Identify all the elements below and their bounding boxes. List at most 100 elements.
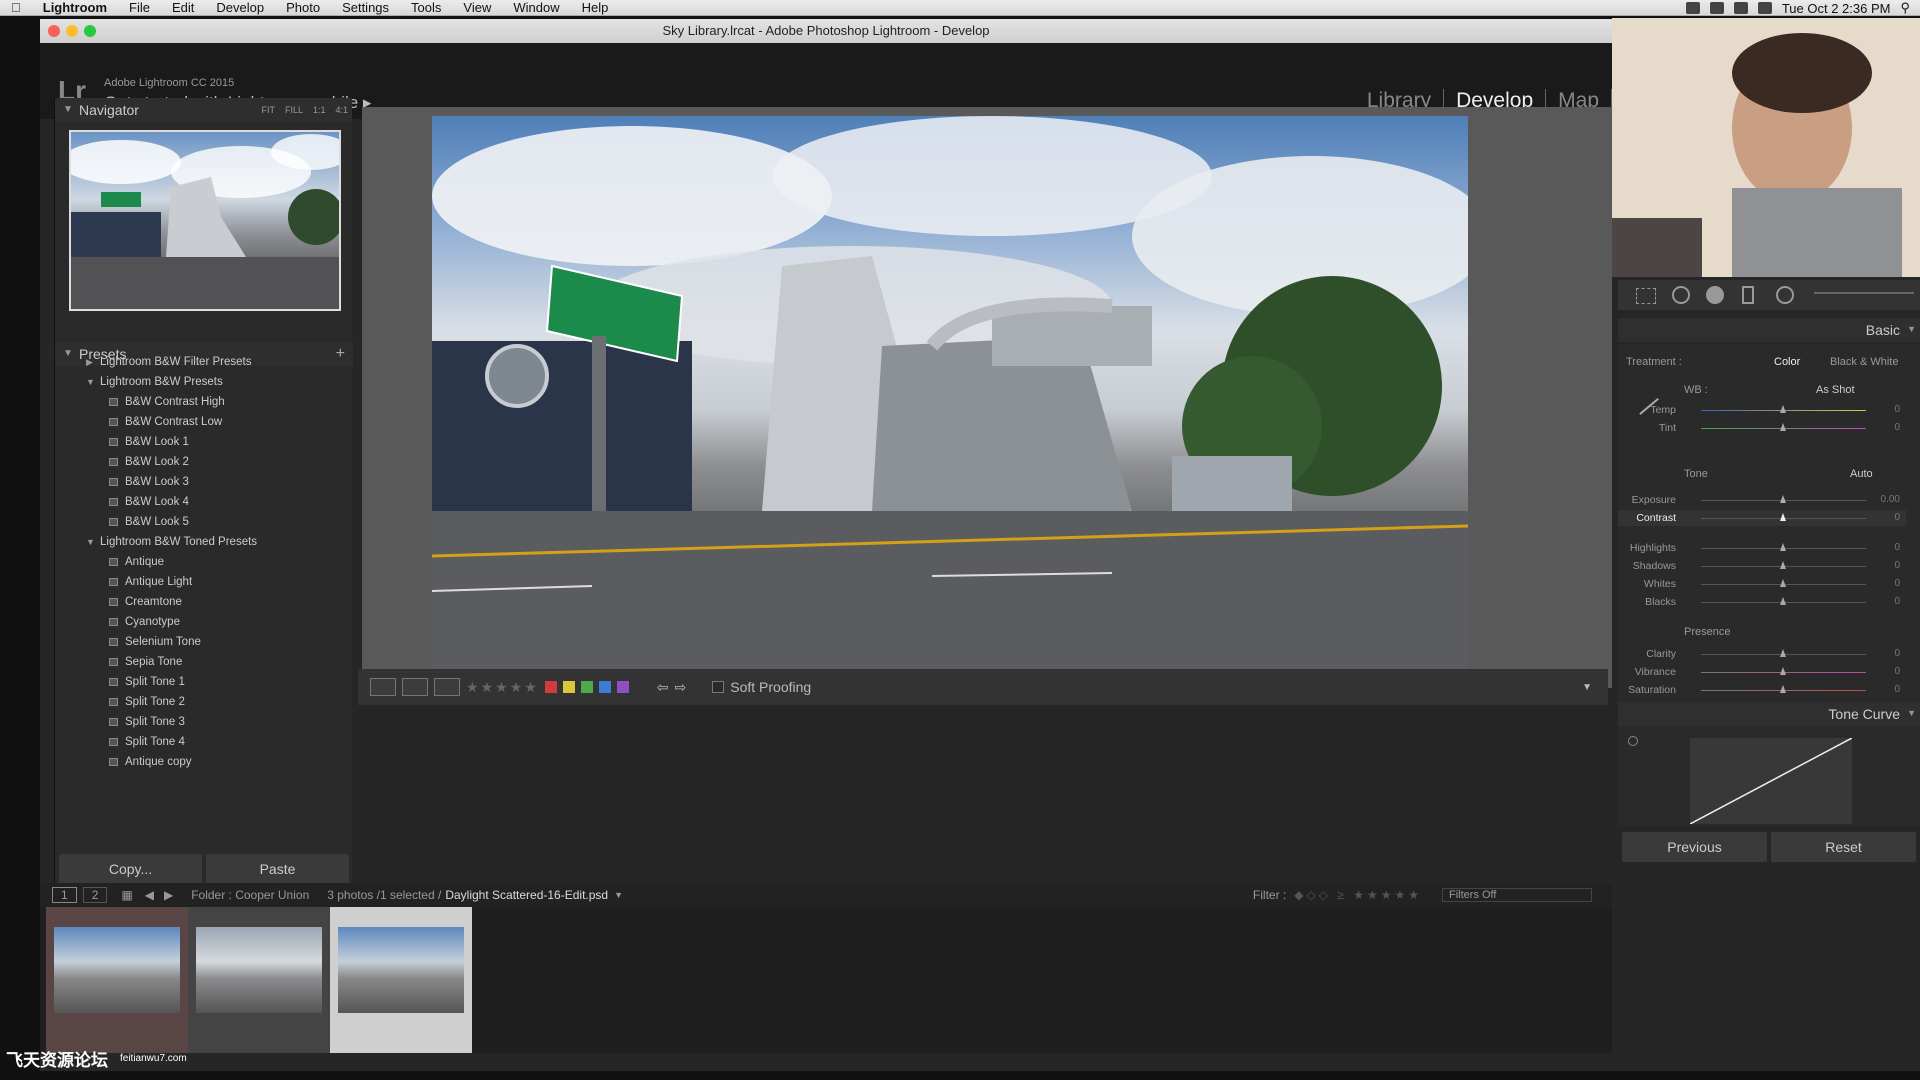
image-canvas[interactable] [362,107,1612,688]
navigator-preview[interactable] [69,130,341,311]
collapse-triangle-icon[interactable]: ▼ [63,98,73,122]
filename-chevron-icon[interactable]: ▼ [614,890,623,900]
crop-tool-icon[interactable] [1636,288,1656,304]
star-rating[interactable]: ★★★★★ [466,679,539,696]
red-eye-icon[interactable] [1706,286,1724,304]
menu-edit[interactable]: Edit [161,0,205,15]
preset-item[interactable]: Split Tone 3 [55,712,353,732]
menu-help[interactable]: Help [571,0,620,15]
navigator-header[interactable]: ▼ Navigator FIT FILL 1:1 4:1 [55,98,352,122]
slider-value[interactable]: 0 [1894,542,1900,553]
spotlight-icon[interactable]: ⚲ [1900,0,1910,16]
nav-fill[interactable]: FILL [285,98,303,122]
back-arrow-icon[interactable]: ◀ [145,888,154,902]
wifi-icon[interactable] [1757,2,1772,14]
forward-arrow-icon[interactable]: ▶ [164,888,173,902]
menu-photo[interactable]: Photo [275,0,331,15]
preset-item[interactable]: Selenium Tone [55,632,353,652]
loupe-view-icon[interactable] [370,678,396,696]
slider-knob[interactable] [1780,579,1786,587]
collapse-triangle-icon[interactable]: ▼ [1907,324,1916,334]
menu-settings[interactable]: Settings [331,0,400,15]
preset-item[interactable]: B&W Look 3 [55,472,353,492]
filmstrip-thumb-selected[interactable] [330,907,472,1053]
whites-slider[interactable]: Whites 0 [1618,576,1906,592]
slider-knob[interactable] [1780,667,1786,675]
collapse-triangle-icon[interactable]: ▼ [1907,708,1916,718]
slider-value[interactable]: 0 [1894,560,1900,571]
secondary-window-button[interactable]: 2 [82,887,108,903]
grid-icon[interactable]: ▦ [121,888,132,902]
before-after-icon[interactable] [402,678,428,696]
menu-tools[interactable]: Tools [400,0,452,15]
nav-4to1[interactable]: 4:1 [335,98,348,122]
blacks-slider[interactable]: Blacks 0 [1618,594,1906,610]
preset-item[interactable]: Sepia Tone [55,652,353,672]
slider-value[interactable]: 0 [1894,666,1900,677]
menu-window[interactable]: Window [502,0,570,15]
collapse-triangle-icon[interactable]: ▼ [86,532,95,552]
copy-button[interactable]: Copy... [59,854,202,884]
selected-filename[interactable]: Daylight Scattered-16-Edit.psd [445,888,608,902]
preset-item[interactable]: B&W Look 5 [55,512,353,532]
treatment-bw[interactable]: Black & White [1830,356,1898,368]
graduated-filter-icon[interactable] [1742,286,1754,304]
slider-value[interactable]: 0 [1894,596,1900,607]
highlights-slider[interactable]: Highlights 0 [1618,540,1906,556]
contrast-slider[interactable]: Contrast 0 [1618,510,1906,526]
color-label-blue[interactable] [598,681,611,693]
preset-folder[interactable]: ▶ Lightroom B&W Filter Presets [55,352,353,372]
slider-knob[interactable] [1780,405,1786,413]
color-label-purple[interactable] [616,681,629,693]
color-label-red[interactable] [544,681,557,693]
main-window-button[interactable]: 1 [52,887,77,903]
tint-slider[interactable]: Tint 0 [1618,420,1906,436]
slider-knob[interactable] [1780,685,1786,693]
minimize-button[interactable] [66,25,78,37]
preset-item[interactable]: B&W Look 1 [55,432,353,452]
slider-value[interactable]: 0 [1894,422,1900,433]
clarity-slider[interactable]: Clarity 0 [1618,646,1906,662]
slider-value[interactable]: 0 [1894,578,1900,589]
filter-flags[interactable]: ◆◇◇ ≥ ★★★★★ [1294,888,1422,902]
preset-item[interactable]: B&W Look 4 [55,492,353,512]
close-button[interactable] [48,25,60,37]
folder-source[interactable]: Folder : Cooper Union [191,888,309,902]
slider-knob[interactable] [1780,649,1786,657]
menu-app-name[interactable]: Lightroom [32,0,118,15]
nav-1to1[interactable]: 1:1 [313,98,326,122]
nav-fit[interactable]: FIT [261,98,275,122]
slider-knob[interactable] [1780,561,1786,569]
radial-filter-icon[interactable] [1776,286,1794,304]
menu-clock[interactable]: Tue Oct 2 2:36 PM [1782,1,1891,16]
bluetooth-icon[interactable] [1709,2,1724,14]
toolbar-menu-chevron-icon[interactable]: ▼ [1582,682,1592,693]
develop-photo[interactable] [432,116,1468,681]
next-photo-icon[interactable]: ⇨ [675,679,687,696]
preset-folder[interactable]: ▼ Lightroom B&W Presets [55,372,353,392]
preset-item[interactable]: Antique copy [55,752,353,772]
adjustment-brush-slider[interactable] [1814,292,1914,294]
tone-curve-graph[interactable] [1690,738,1852,824]
preset-item[interactable]: Antique [55,552,353,572]
treatment-color[interactable]: Color [1774,356,1800,368]
tone-curve-header[interactable]: Tone Curve ▼ [1618,702,1920,726]
preset-item[interactable]: Split Tone 4 [55,732,353,752]
slider-value[interactable]: 0 [1894,512,1900,523]
wb-select[interactable]: As Shot [1816,384,1855,396]
slider-value[interactable]: 0 [1894,404,1900,415]
preset-item[interactable]: Cyanotype [55,612,353,632]
preset-item[interactable]: B&W Look 2 [55,452,353,472]
filmstrip-thumb[interactable] [188,907,330,1053]
slider-knob[interactable] [1780,513,1786,521]
spot-removal-icon[interactable] [1672,286,1690,304]
saturation-slider[interactable]: Saturation 0 [1618,682,1906,698]
dropbox-icon[interactable] [1685,2,1700,14]
collapse-triangle-icon[interactable]: ▼ [86,372,95,392]
zoom-button[interactable] [84,25,96,37]
filters-off-select[interactable]: Filters Off [1442,888,1592,902]
slider-value[interactable]: 0 [1894,684,1900,695]
slider-knob[interactable] [1780,423,1786,431]
target-adjust-icon[interactable] [1628,736,1638,746]
color-label-green[interactable] [580,681,593,693]
